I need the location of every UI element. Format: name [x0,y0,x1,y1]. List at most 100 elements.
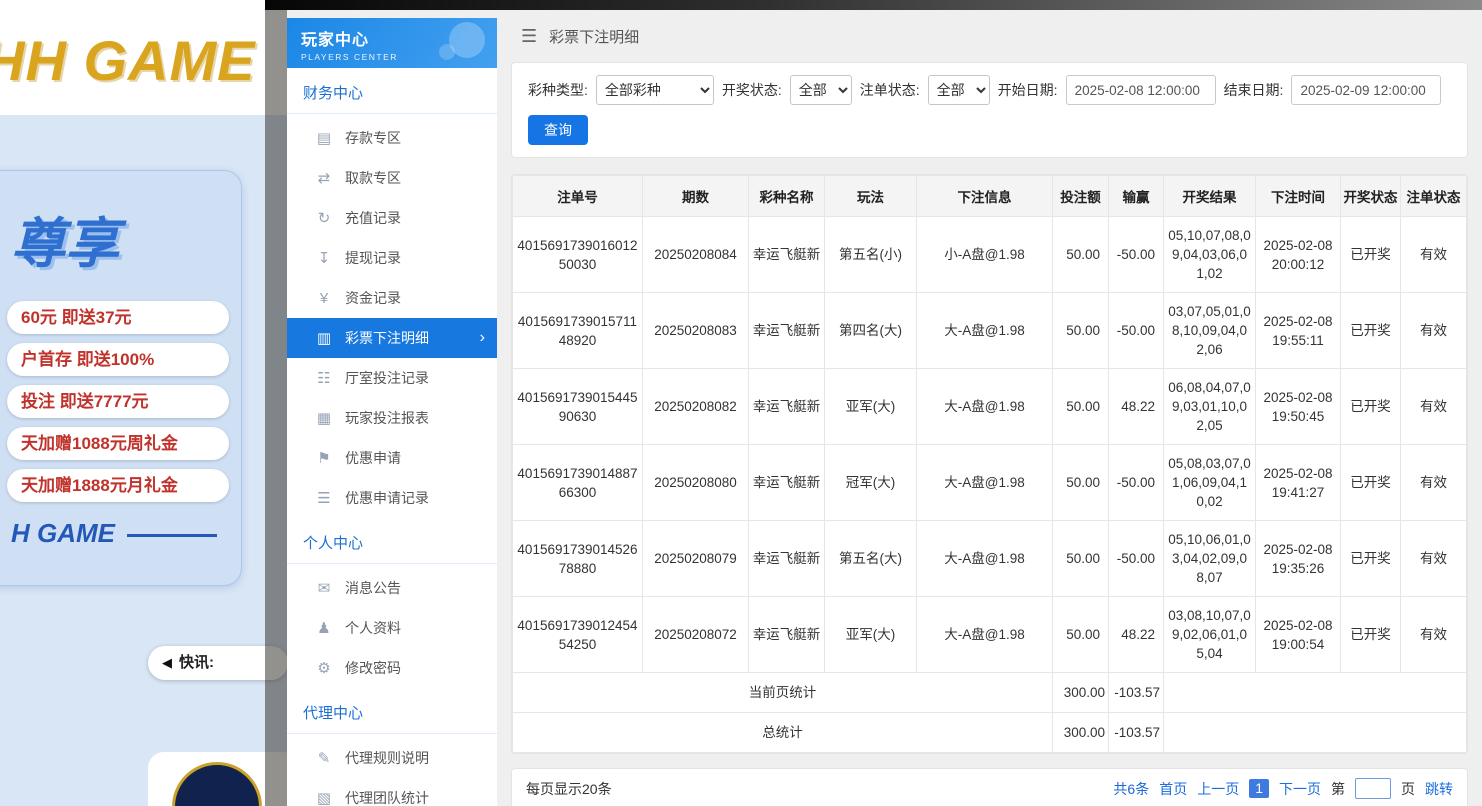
promo-record-icon: ☰ [315,489,333,507]
sidebar-item-label: 代理规则说明 [345,748,429,768]
bet-amount-cell: 50.00 [1053,217,1109,293]
sidebar-item-hall-bet-records[interactable]: ☷ 厅室投注记录 [287,358,497,398]
order-no-cell: 401569173901601250030 [513,217,643,293]
sidebar-item-promo-apply-records[interactable]: ☰ 优惠申请记录 [287,478,497,518]
sidebar-item-label: 个人资料 [345,618,401,638]
col-header-bet-amount: 投注额 [1053,176,1109,217]
play-cell: 亚军(大) [825,597,917,673]
sidebar-item-deposit[interactable]: ▤ 存款专区 [287,118,497,158]
order-status-select[interactable]: 全部 [928,75,990,105]
withdrawal-record-icon: ↧ [315,249,333,267]
user-icon: ♟ [315,619,333,637]
winloss-cell: -50.00 [1109,445,1164,521]
sidebar-item-recharge-records[interactable]: ↻ 充值记录 [287,198,497,238]
pagination-bar: 每页显示20条 共6条 首页 上一页 1 下一页 第 页 跳转 [511,768,1468,806]
total-count: 共6条 [1113,779,1149,799]
player-center-panel: 玩家中心 PLAYERS CENTER 财务中心 ▤ 存款专区 ⇄ 取款专区 ↻… [287,10,1482,806]
play-cell: 冠军(大) [825,445,917,521]
jump-link[interactable]: 跳转 [1425,779,1453,799]
draw-result-cell: 05,10,07,08,09,04,03,06,01,02 [1164,217,1256,293]
first-page-link[interactable]: 首页 [1159,779,1187,799]
play-cell: 亚军(大) [825,369,917,445]
sidebar-item-label: 优惠申请记录 [345,488,429,508]
end-date-input[interactable] [1291,75,1441,105]
order-status-cell: 有效 [1401,597,1467,673]
bet-info-cell: 大-A盘@1.98 [917,521,1053,597]
bet-info-cell: 大-A盘@1.98 [917,293,1053,369]
bet-amount-cell: 50.00 [1053,369,1109,445]
bet-time-cell: 2025-02-08 19:50:45 [1256,369,1341,445]
section-title-finance: 财务中心 [287,68,497,114]
bet-info-cell: 大-A盘@1.98 [917,369,1053,445]
sidebar-item-player-bet-report[interactable]: ▦ 玩家投注报表 [287,398,497,438]
sidebar-item-withdraw[interactable]: ⇄ 取款专区 [287,158,497,198]
sidebar-item-label: 资金记录 [345,288,401,308]
draw-status-select[interactable]: 全部 [790,75,852,105]
winloss-cell: 48.22 [1109,597,1164,673]
sidebar-item-agent-rules[interactable]: ✎ 代理规则说明 [287,738,497,778]
sidebar: 玩家中心 PLAYERS CENTER 财务中心 ▤ 存款专区 ⇄ 取款专区 ↻… [287,18,497,806]
period-cell: 20250208084 [643,217,749,293]
ticker-label: 快讯: [179,654,214,671]
sidebar-item-label: 彩票下注明细 [345,328,429,348]
bet-time-cell: 2025-02-08 19:41:27 [1256,445,1341,521]
page-summary-label: 当前页统计 [513,673,1053,713]
promo-pill: 户首存 即送100% [7,343,229,376]
funds-record-icon: ¥ [315,290,333,307]
promo-pill: 60元 即送37元 [7,301,229,334]
sidebar-item-agent-team-stats[interactable]: ▧ 代理团队统计 [287,778,497,806]
page-jump-input[interactable] [1355,778,1391,799]
next-page-link[interactable]: 下一页 [1279,779,1321,799]
bet-amount-cell: 50.00 [1053,521,1109,597]
overlay-backdrop [265,0,287,806]
col-header-winloss: 输赢 [1109,176,1164,217]
page-summary-empty [1164,673,1467,713]
draw-result-cell: 06,08,04,07,09,03,01,10,02,05 [1164,369,1256,445]
order-no-cell: 401569173901452678880 [513,521,643,597]
sidebar-item-funds-records[interactable]: ¥ 资金记录 [287,278,497,318]
col-header-draw-status: 开奖状态 [1341,176,1401,217]
lottery-type-select[interactable]: 全部彩种 [596,75,714,105]
bet-report-icon: ▦ [315,409,333,427]
search-button[interactable]: 查询 [528,115,588,145]
sidebar-item-promo-apply[interactable]: ⚑ 优惠申请 [287,438,497,478]
sidebar-item-label: 优惠申请 [345,448,401,468]
draw-status-cell: 已开奖 [1341,369,1401,445]
sidebar-item-label: 充值记录 [345,208,401,228]
top-dark-strip [265,0,1482,10]
filter-bar: 彩种类型: 全部彩种 开奖状态: 全部 注单状态: 全部 开始日期: 结束日期:… [511,62,1468,158]
current-page[interactable]: 1 [1249,779,1269,798]
draw-status-cell: 已开奖 [1341,217,1401,293]
sidebar-item-label: 厅室投注记录 [345,368,429,388]
grand-winloss-total: -103.57 [1109,713,1164,753]
promo-pill: 天加赠1088元周礼金 [7,427,229,460]
speaker-icon: ◀ [162,655,172,670]
grand-summary-label: 总统计 [513,713,1053,753]
sidebar-item-label: 取款专区 [345,168,401,188]
sidebar-item-profile[interactable]: ♟ 个人资料 [287,608,497,648]
table-row: 401569173901488766300 20250208080 幸运飞艇新 … [513,445,1467,521]
sidebar-item-lottery-bet-details[interactable]: ▥ 彩票下注明细 › [287,318,497,358]
chart-icon: ▧ [315,789,333,806]
sidebar-item-announcements[interactable]: ✉ 消息公告 [287,568,497,608]
menu-toggle-icon[interactable]: ☰ [521,26,537,47]
sidebar-item-change-password[interactable]: ⚙ 修改密码 [287,648,497,688]
sidebar-item-withdrawal-records[interactable]: ↧ 提现记录 [287,238,497,278]
table-row: 401569173901452678880 20250208079 幸运飞艇新 … [513,521,1467,597]
lottery-name-cell: 幸运飞艇新 [749,445,825,521]
prev-page-link[interactable]: 上一页 [1197,779,1239,799]
order-status-cell: 有效 [1401,369,1467,445]
promo-title: 尊享 [0,171,241,292]
draw-status-cell: 已开奖 [1341,597,1401,673]
bet-info-cell: 大-A盘@1.98 [917,445,1053,521]
order-status-cell: 有效 [1401,217,1467,293]
page-suffix-label: 页 [1401,779,1415,799]
withdraw-icon: ⇄ [315,169,333,187]
message-icon: ✉ [315,579,333,597]
start-date-input[interactable] [1066,75,1216,105]
page-summary-row: 当前页统计 300.00 -103.57 [513,673,1467,713]
play-cell: 第五名(大) [825,521,917,597]
lottery-name-cell: 幸运飞艇新 [749,521,825,597]
hall-bet-record-icon: ☷ [315,369,333,387]
order-no-cell: 401569173901488766300 [513,445,643,521]
